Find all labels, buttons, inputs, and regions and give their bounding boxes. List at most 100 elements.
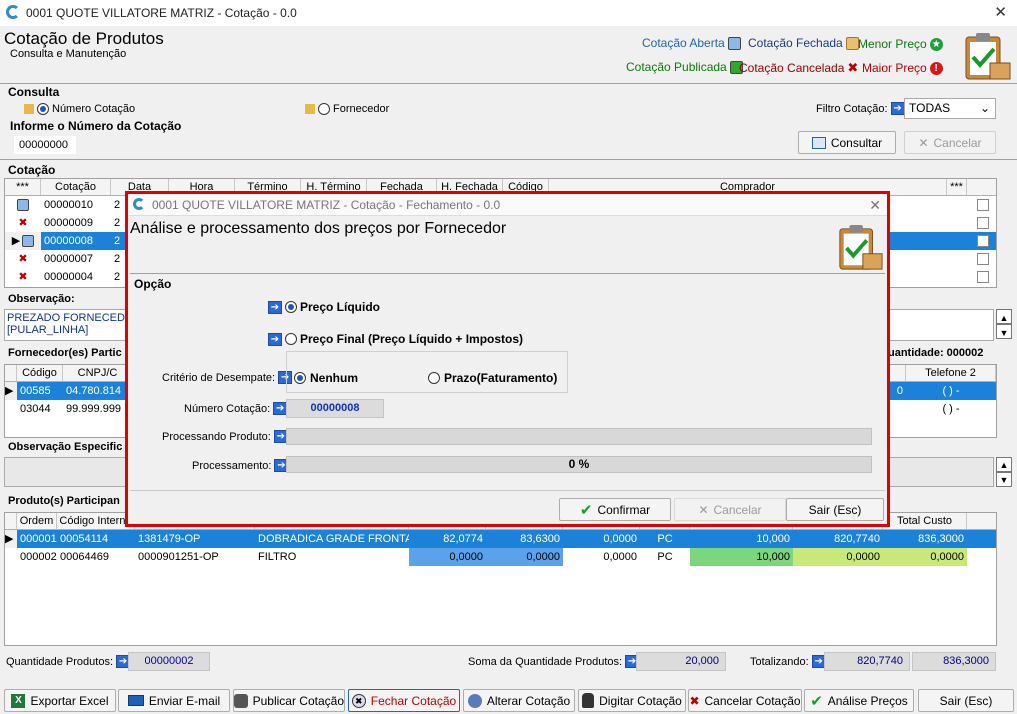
cancelar-dialog-button[interactable]: ✕ Cancelar — [674, 498, 786, 521]
alert-icon: ! — [929, 61, 943, 75]
dialog-heading: Análise e processamento dos preços por F… — [130, 220, 507, 237]
page-title: Cotação de Produtos — [4, 29, 164, 48]
open-square-icon — [727, 36, 741, 50]
megaphone-icon — [234, 693, 248, 708]
row-checkbox[interactable] — [977, 217, 989, 230]
processamento-progressbar: 0 % — [286, 456, 872, 473]
table-row-selected[interactable]: ▶ 000001 00054114 1381479-OP DOBRADICA G… — [5, 530, 996, 548]
scroll-down-icon[interactable]: ▼ — [996, 472, 1012, 487]
legend-maior: Maior Preço! — [862, 61, 943, 75]
sair-button[interactable]: Sair (Esc) — [918, 689, 1014, 712]
x-mark-icon: ✖ — [18, 217, 28, 229]
option-fornecedor[interactable]: Fornecedor — [305, 103, 389, 115]
scroll-up-icon[interactable]: ▲ — [996, 309, 1012, 324]
consultar-button[interactable]: Consultar — [798, 131, 896, 154]
fornecedores-qty: uantidade: 000002 — [888, 347, 984, 359]
digitar-cotacao-button[interactable]: Digitar Cotação — [578, 689, 686, 712]
soma-qtd-value: 20,000 — [636, 652, 726, 671]
page-subtitle: Consulta e Manutenção — [10, 48, 127, 60]
scroll-down-icon[interactable]: ▼ — [996, 324, 1012, 339]
filtro-select[interactable]: TODAS ⌄ — [904, 98, 996, 119]
radio-nenhum[interactable] — [294, 372, 306, 384]
row-checkbox[interactable] — [977, 271, 989, 284]
col-total-custo: Total Custo — [883, 513, 967, 529]
confirmar-button[interactable]: ✔ Confirmar — [559, 498, 671, 521]
closed-box-icon — [845, 36, 859, 50]
numero-cotacao-value: 00000008 — [286, 399, 384, 418]
row-checkbox[interactable] — [977, 253, 989, 266]
legend-cancelada: Cotação Cancelada ✖ — [739, 60, 859, 75]
obs-especifica-scroll[interactable]: ▲ ▼ — [996, 457, 1012, 487]
qtd-produtos-label: Quantidade Produtos: ➔ — [6, 655, 131, 668]
col-codigo-interno: Código Interno — [57, 513, 135, 529]
option-nenhum[interactable]: Nenhum — [294, 371, 358, 385]
col-telefone: Telefone 2 — [906, 365, 996, 381]
x-mark-icon: ✖ — [18, 253, 28, 265]
numero-input[interactable]: 00000000 — [14, 136, 76, 154]
col-cotacao: Cotação — [41, 179, 111, 195]
legend-fechada: Cotação Fechada — [748, 36, 859, 50]
exportar-excel-button[interactable]: X Exportar Excel — [4, 689, 116, 712]
cancelar-consulta-button[interactable]: ✕ Cancelar — [904, 131, 996, 154]
edit-icon — [467, 693, 482, 708]
processando-label: Processando Produto: ➔ — [162, 430, 288, 443]
observacao-scroll[interactable]: ▲ ▼ — [996, 309, 1012, 341]
x-icon: ✕ — [918, 135, 929, 150]
excel-icon: X — [11, 693, 26, 708]
row-checkbox[interactable] — [977, 199, 989, 212]
app-icon — [6, 5, 20, 19]
email-icon — [127, 695, 144, 706]
clipboard-icon — [836, 222, 884, 274]
radio-preco-final[interactable] — [285, 333, 297, 345]
produtos-grid[interactable]: Ordem Código Interno Total Custo ▶ 00000… — [4, 512, 997, 646]
pointer-icon — [305, 104, 315, 114]
numero-cotacao-label: Número Cotação: ➔ — [184, 402, 288, 415]
informe-label: Informe o Número da Cotação — [10, 119, 182, 133]
totalizando-label: Totalizando: ➔ — [750, 655, 826, 668]
radio-numero[interactable] — [37, 103, 49, 115]
window-title: 0001 QUOTE VILLATORE MATRIZ - Cotação - … — [26, 6, 297, 20]
radio-prazo[interactable] — [428, 372, 440, 384]
arrow-right-icon: ➔ — [268, 300, 282, 314]
option-numero-cotacao[interactable]: Número Cotação — [24, 103, 135, 115]
processando-produto-field — [286, 428, 872, 445]
analise-precos-button[interactable]: ✔ Análise Preços — [804, 689, 914, 712]
legend-publicada: Cotação Publicada — [626, 60, 743, 74]
filtro-label: Filtro Cotação: ➔ — [816, 102, 905, 115]
table-row[interactable]: 000002 00064469 0000901251-OP FILTRO 0,0… — [5, 548, 996, 566]
option-preco-liquido[interactable]: ➔ Preço Líquido — [268, 300, 380, 314]
row-checkboxes — [977, 199, 995, 287]
consulta-title: Consulta — [8, 85, 60, 99]
opcao-title: Opção — [134, 277, 172, 291]
option-preco-final[interactable]: ➔ Preço Final (Preço Líquido + Impostos) — [268, 332, 523, 346]
window-close-button[interactable]: ✕ — [994, 3, 1007, 21]
checkmark-icon: ✔ — [810, 692, 823, 710]
dialog-close-button[interactable]: ✕ — [869, 194, 881, 216]
legend-aberta: Cotação Aberta — [642, 36, 741, 50]
star-icon: ★ — [929, 37, 943, 51]
cancelar-cotacao-button[interactable]: ✖ Cancelar Cotação — [688, 689, 802, 712]
radio-preco-liquido[interactable] — [285, 301, 297, 313]
radio-fornecedor[interactable] — [318, 103, 330, 115]
alterar-cotacao-button[interactable]: Alterar Cotação — [463, 689, 575, 712]
enviar-email-button[interactable]: Enviar E-mail — [118, 689, 230, 712]
fechamento-dialog: 0001 QUOTE VILLATORE MATRIZ - Cotação - … — [125, 191, 890, 527]
criterio-label: Critério de Desempate: ➔ — [162, 371, 293, 384]
option-prazo[interactable]: Prazo(Faturamento) — [428, 371, 557, 385]
chevron-down-icon: ⌄ — [979, 101, 990, 115]
dialog-title: 0001 QUOTE VILLATORE MATRIZ - Cotação - … — [152, 198, 501, 212]
x-mark-icon: ✖ — [689, 693, 700, 708]
publicar-cotacao-button[interactable]: Publicar Cotação — [233, 689, 345, 712]
scroll-up-icon[interactable]: ▲ — [996, 457, 1012, 472]
progress-text: 0 % — [568, 457, 590, 471]
row-checkbox[interactable] — [977, 235, 989, 248]
window-titlebar: 0001 QUOTE VILLATORE MATRIZ - Cotação - … — [0, 0, 1017, 26]
col-star: *** — [5, 179, 41, 195]
fechar-cotacao-button[interactable]: ✖ Fechar Cotação — [348, 689, 460, 712]
observacao-title: Observação: — [8, 293, 75, 305]
x-mark-icon: ✖ — [18, 271, 28, 283]
col-codigo: Código — [17, 365, 63, 381]
sair-dialog-button[interactable]: Sair (Esc) — [786, 498, 884, 521]
col-cnpj: CNPJ/C — [63, 365, 133, 381]
qtd-produtos-value: 00000002 — [128, 652, 210, 671]
